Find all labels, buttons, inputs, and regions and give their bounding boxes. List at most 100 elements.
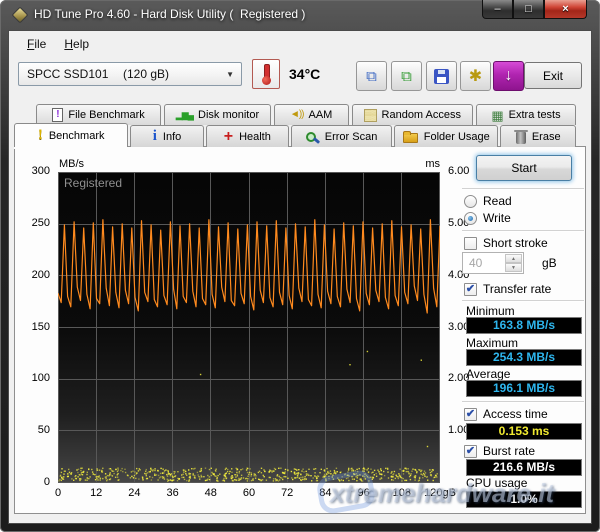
y-axis-left-ticks: 300250200150100500 — [18, 172, 54, 483]
average-label: Average — [466, 367, 510, 381]
drive-select-combobox[interactable]: SPCC SSD101 (120 gB) ▼ — [18, 62, 242, 86]
checkbox-check-icon: ✔ — [464, 445, 477, 458]
speaker-icon: ◄)) — [290, 110, 304, 120]
x-axis-ticks: 01224364860728496108120gB — [58, 487, 458, 501]
exit-label: Exit — [543, 69, 563, 83]
access-time-checkbox[interactable]: ✔ Access time — [464, 407, 548, 421]
short-stroke-checkbox[interactable]: Short stroke — [464, 236, 548, 250]
cpu-usage-value: 1.0% — [466, 491, 582, 508]
start-label: Start — [511, 161, 536, 175]
copy-picture-icon: ⧉ — [401, 68, 412, 85]
y-axis-unit-right: ms — [404, 158, 440, 170]
axis-tick-label: 24 — [114, 487, 154, 499]
close-icon: × — [562, 4, 568, 15]
menu-help[interactable]: Help — [55, 35, 98, 53]
access-time-value: 0.153 ms — [466, 423, 582, 440]
save-icon — [434, 69, 449, 84]
tab-folder-usage[interactable]: Folder Usage — [394, 125, 498, 147]
axis-tick-label: 100 — [32, 372, 50, 384]
tab-label: File Benchmark — [68, 109, 144, 121]
transfer-rate-label: Transfer rate — [483, 282, 551, 296]
gb-unit-label: gB — [542, 256, 557, 270]
thermometer-icon — [260, 63, 272, 85]
short-stroke-value: 40 — [469, 256, 482, 270]
transfer-rate-checkbox[interactable]: ✔ Transfer rate — [464, 282, 551, 296]
axis-tick-label: 108 — [382, 487, 422, 499]
registered-watermark: Registered — [64, 176, 122, 190]
options-icon: ✱ — [469, 66, 482, 86]
save-button[interactable] — [426, 61, 457, 91]
burst-rate-value: 216.6 MB/s — [466, 459, 582, 476]
checkbox-check-icon: ✔ — [464, 408, 477, 421]
write-label: Write — [483, 211, 511, 225]
separator — [462, 230, 584, 232]
minimize-button[interactable]: – — [482, 0, 513, 19]
copy-icon: ⧉ — [366, 68, 377, 85]
tab-row-primary: ! Benchmark i Info + Health Error Scan F… — [14, 123, 576, 147]
tab-aam[interactable]: ◄)) AAM — [274, 104, 349, 125]
separator — [462, 300, 584, 302]
burst-rate-checkbox[interactable]: ✔ Burst rate — [464, 444, 535, 458]
read-radio[interactable]: Read — [464, 194, 512, 208]
close-button[interactable]: × — [544, 0, 587, 19]
minimum-label: Minimum — [466, 304, 515, 318]
tab-health[interactable]: + Health — [206, 125, 289, 147]
options-button[interactable]: ✱ — [460, 61, 491, 91]
extra-tests-icon: ▦ — [491, 109, 503, 122]
radio-circle-icon — [464, 195, 477, 208]
tab-error-scan[interactable]: Error Scan — [291, 125, 392, 147]
folder-icon — [403, 133, 418, 143]
tab-label: Folder Usage — [424, 131, 490, 143]
file-benchmark-icon: ! — [52, 108, 63, 122]
temperature-value: 34°C — [289, 66, 320, 82]
spin-down-button[interactable]: ▼ — [505, 263, 522, 272]
copy-screenshot-button[interactable]: ⧉ — [391, 61, 422, 91]
axis-tick-label: 120gB — [420, 487, 460, 499]
chevron-down-icon: ▼ — [226, 70, 234, 79]
minimize-icon: – — [494, 4, 500, 15]
write-radio[interactable]: Write — [464, 211, 511, 225]
separator — [462, 188, 584, 190]
tab-info[interactable]: i Info — [130, 125, 203, 147]
tab-label: Erase — [532, 131, 561, 143]
tab-extra-tests[interactable]: ▦ Extra tests — [476, 104, 576, 125]
short-stroke-size-input[interactable]: 40 ▲ ▼ — [462, 252, 524, 274]
copy-button[interactable]: ⧉ — [356, 61, 387, 91]
spin-up-icon: ▲ — [511, 256, 516, 262]
chart-canvas — [58, 172, 440, 483]
axis-tick-label: 72 — [267, 487, 307, 499]
tab-label: Info — [163, 131, 181, 143]
y-axis-unit-left: MB/s — [59, 158, 84, 170]
maximize-button[interactable]: □ — [513, 0, 544, 19]
spin-down-icon: ▼ — [511, 265, 516, 271]
average-value: 196.1 MB/s — [466, 380, 582, 397]
menu-file[interactable]: File — [18, 35, 55, 53]
axis-tick-label: 60 — [229, 487, 269, 499]
tab-file-benchmark[interactable]: ! File Benchmark — [36, 104, 161, 125]
tab-benchmark[interactable]: ! Benchmark — [14, 123, 128, 147]
start-button[interactable]: Start — [476, 155, 572, 181]
radio-circle-icon — [464, 212, 477, 225]
update-download-button[interactable]: ↓ — [493, 61, 524, 91]
benchmark-chart — [58, 172, 440, 483]
axis-tick-label: 96 — [344, 487, 384, 499]
spin-up-button[interactable]: ▲ — [505, 254, 522, 263]
tab-label: Random Access — [382, 109, 461, 121]
maximum-value: 254.3 MB/s — [466, 349, 582, 366]
spinner-buttons: ▲ ▼ — [505, 254, 522, 272]
info-icon: i — [153, 129, 157, 144]
exit-button[interactable]: Exit — [524, 62, 582, 89]
tab-disk-monitor[interactable]: ▂▆▄ Disk monitor — [164, 104, 271, 125]
tab-random-access[interactable]: ▒▒ Random Access — [352, 104, 473, 125]
axis-tick-label: 0 — [38, 487, 78, 499]
drive-name: SPCC SSD101 — [27, 67, 108, 81]
axis-tick-label: 250 — [32, 217, 50, 229]
maximum-label: Maximum — [466, 336, 518, 350]
tab-label: Disk monitor — [198, 109, 259, 121]
tab-erase[interactable]: Erase — [500, 125, 576, 147]
temperature-button[interactable] — [252, 59, 280, 89]
read-label: Read — [483, 194, 512, 208]
disk-monitor-icon: ▂▆▄ — [176, 111, 193, 120]
health-cross-icon: + — [224, 129, 233, 145]
tab-label: AAM — [308, 109, 332, 121]
